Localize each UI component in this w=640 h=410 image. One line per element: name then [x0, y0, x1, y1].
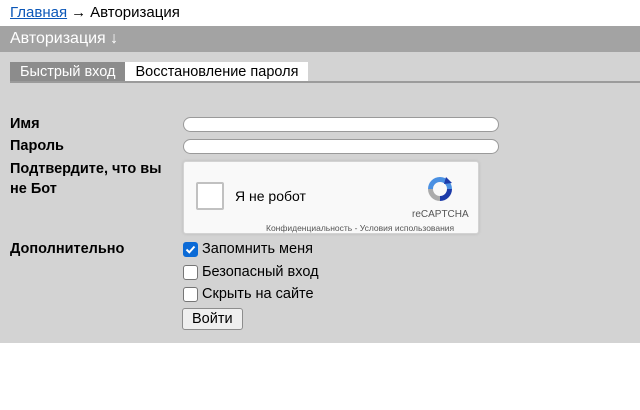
recaptcha-logo-icon	[428, 177, 452, 201]
hide-on-site-checkbox[interactable]	[183, 286, 198, 302]
captcha-label-line-2: не Бот	[10, 181, 57, 197]
captcha-label-line-1: Подтвердите, что вы	[10, 161, 162, 177]
recaptcha-checkbox-label: Я не робот	[235, 188, 306, 204]
section-header[interactable]: Авторизация ↓	[0, 26, 640, 52]
breadcrumb-home-link[interactable]: Главная	[10, 4, 67, 21]
secure-login-checkbox[interactable]	[183, 264, 198, 280]
option-secure-login[interactable]: Безопасный вход	[183, 263, 319, 281]
option-hide-on-site[interactable]: Скрыть на сайте	[183, 285, 314, 303]
breadcrumb-separator: →	[71, 4, 87, 21]
name-label: Имя	[10, 116, 40, 132]
password-label: Пароль	[10, 138, 64, 154]
recaptcha-brand: reCAPTCHA	[412, 209, 469, 220]
secure-login-label: Безопасный вход	[202, 264, 319, 280]
extra-label: Дополнительно	[10, 241, 125, 257]
remember-me-label: Запомнить меня	[202, 241, 313, 257]
breadcrumb: Главная → Авторизация	[10, 4, 180, 22]
recaptcha-widget: Я не робот reCAPTCHA Конфиденциальность …	[183, 161, 479, 234]
checkmark-icon	[185, 245, 196, 254]
breadcrumb-current: Авторизация	[90, 4, 180, 21]
option-remember-me[interactable]: Запомнить меня	[183, 240, 313, 258]
tab-password-recovery[interactable]: Восстановление пароля	[125, 62, 309, 82]
remember-me-checkbox[interactable]	[183, 241, 198, 257]
recaptcha-checkbox[interactable]	[196, 182, 224, 210]
captcha-label: Подтвердите, что вы не Бот	[10, 159, 162, 199]
login-button[interactable]: Войти	[182, 308, 243, 330]
tabs-divider	[10, 81, 640, 83]
password-input[interactable]	[183, 139, 499, 154]
tab-quick-login[interactable]: Быстрый вход	[10, 62, 126, 82]
hide-on-site-label: Скрыть на сайте	[202, 286, 314, 302]
name-input[interactable]	[183, 117, 499, 132]
login-panel: Быстрый вход Восстановление пароля Имя П…	[0, 52, 640, 343]
recaptcha-terms-link[interactable]: Конфиденциальность - Условия использован…	[266, 223, 454, 233]
tab-bar: Быстрый вход Восстановление пароля	[10, 62, 309, 82]
